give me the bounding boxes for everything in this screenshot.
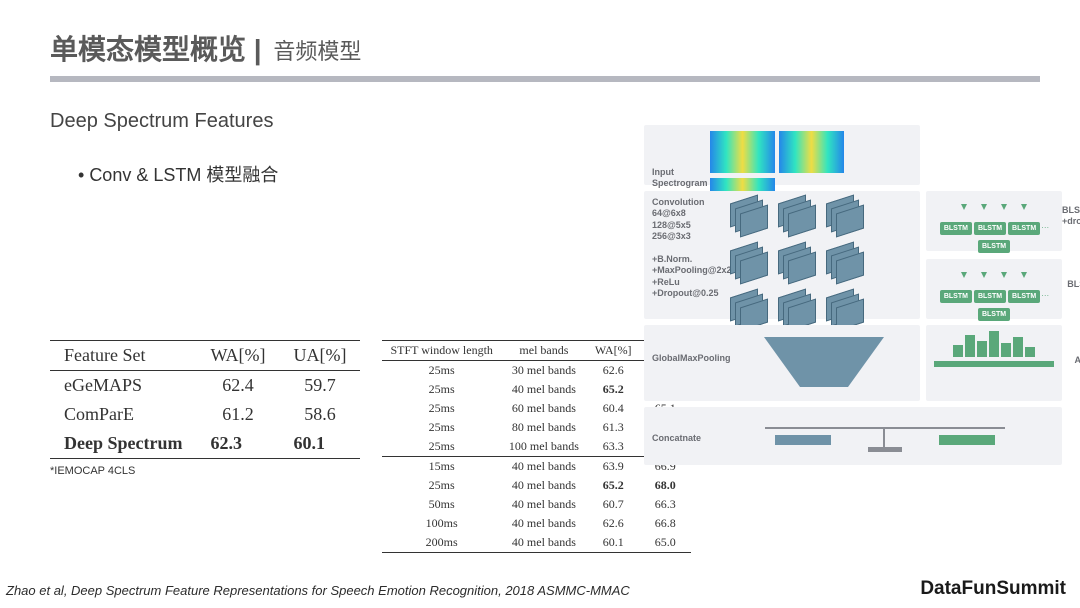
- panel-input: Input Spectrogram: [644, 125, 920, 185]
- citation: Zhao et al, Deep Spectrum Feature Repres…: [6, 583, 630, 598]
- table1-note: *IEMOCAP 4CLS: [50, 465, 360, 477]
- t1-h0: Feature Set: [50, 341, 196, 371]
- conv-stacks-icon: [726, 197, 870, 338]
- attention-label: Attention: [1075, 355, 1080, 366]
- divider: [50, 76, 1040, 82]
- blstm1-label: BLSTM@128 +dropout@0.2: [1062, 205, 1080, 228]
- pool-label: GlobalMaxPooling: [652, 353, 730, 364]
- brand-logo: DataFunSummit: [920, 578, 1066, 600]
- table-row: ComParE 61.2 58.6: [50, 400, 360, 429]
- panel-convolution: Convolution 64@6x8 128@5x5 256@3x3 +B.No…: [644, 191, 920, 319]
- feature-set-table: Feature Set WA[%] UA[%] eGeMAPS 62.4 59.…: [50, 340, 360, 459]
- table-row: 200ms40 mel bands60.165.0: [382, 533, 690, 553]
- concat-label: Concatnate: [652, 433, 710, 444]
- architecture-diagram: Input Spectrogram Convolution 64@6x8 128…: [644, 125, 1064, 525]
- attention-icon: [930, 331, 1058, 357]
- table-row: Feature Set WA[%] UA[%]: [50, 341, 360, 371]
- blstm-cell: BLSTM: [978, 308, 1010, 321]
- table-row: Deep Spectrum 62.3 60.1: [50, 429, 360, 459]
- arrows-icon: [930, 197, 1058, 215]
- panel-blstm2: BLSTMBLSTMBLSTM···BLSTM: [926, 259, 1062, 319]
- arrows-icon: [930, 265, 1058, 283]
- panel-concat: Concatnate: [644, 407, 1062, 465]
- blstm-cell: BLSTM: [974, 290, 1006, 303]
- blstm2-label: BLSTM@128: [1067, 279, 1080, 290]
- title-sub: 音频模型: [273, 39, 361, 64]
- t1-h1: WA[%]: [196, 341, 279, 371]
- conv-label: Convolution 64@6x8 128@5x5 256@3x3: [652, 197, 720, 242]
- blstm-cell: BLSTM: [940, 222, 972, 235]
- funnel-icon: [764, 337, 884, 387]
- blstm-cell: BLSTM: [940, 290, 972, 303]
- table-row: eGeMAPS 62.4 59.7: [50, 371, 360, 401]
- title-sep: |: [246, 34, 269, 65]
- panel-pooling: GlobalMaxPooling: [644, 325, 920, 401]
- table1-wrap: Feature Set WA[%] UA[%] eGeMAPS 62.4 59.…: [50, 340, 360, 477]
- blstm-cell: BLSTM: [1008, 290, 1040, 303]
- title-main: 单模态模型概览: [50, 34, 246, 65]
- blstm-cell: BLSTM: [974, 222, 1006, 235]
- balance-icon: [755, 419, 1015, 459]
- conv-sub-label: +B.Norm. +MaxPooling@2x2 +ReLu +Dropout@…: [652, 254, 720, 299]
- slide: 单模态模型概览 | 音频模型 Deep Spectrum Features Co…: [0, 0, 1080, 608]
- slide-title: 单模态模型概览 | 音频模型: [50, 28, 1040, 68]
- panel-attention: [926, 325, 1062, 401]
- blstm-cell: BLSTM: [978, 240, 1010, 253]
- t1-h2: UA[%]: [279, 341, 360, 371]
- blstm-cell: BLSTM: [1008, 222, 1040, 235]
- input-label: Input Spectrogram: [652, 167, 704, 190]
- panel-blstm1: BLSTMBLSTMBLSTM···BLSTM: [926, 191, 1062, 251]
